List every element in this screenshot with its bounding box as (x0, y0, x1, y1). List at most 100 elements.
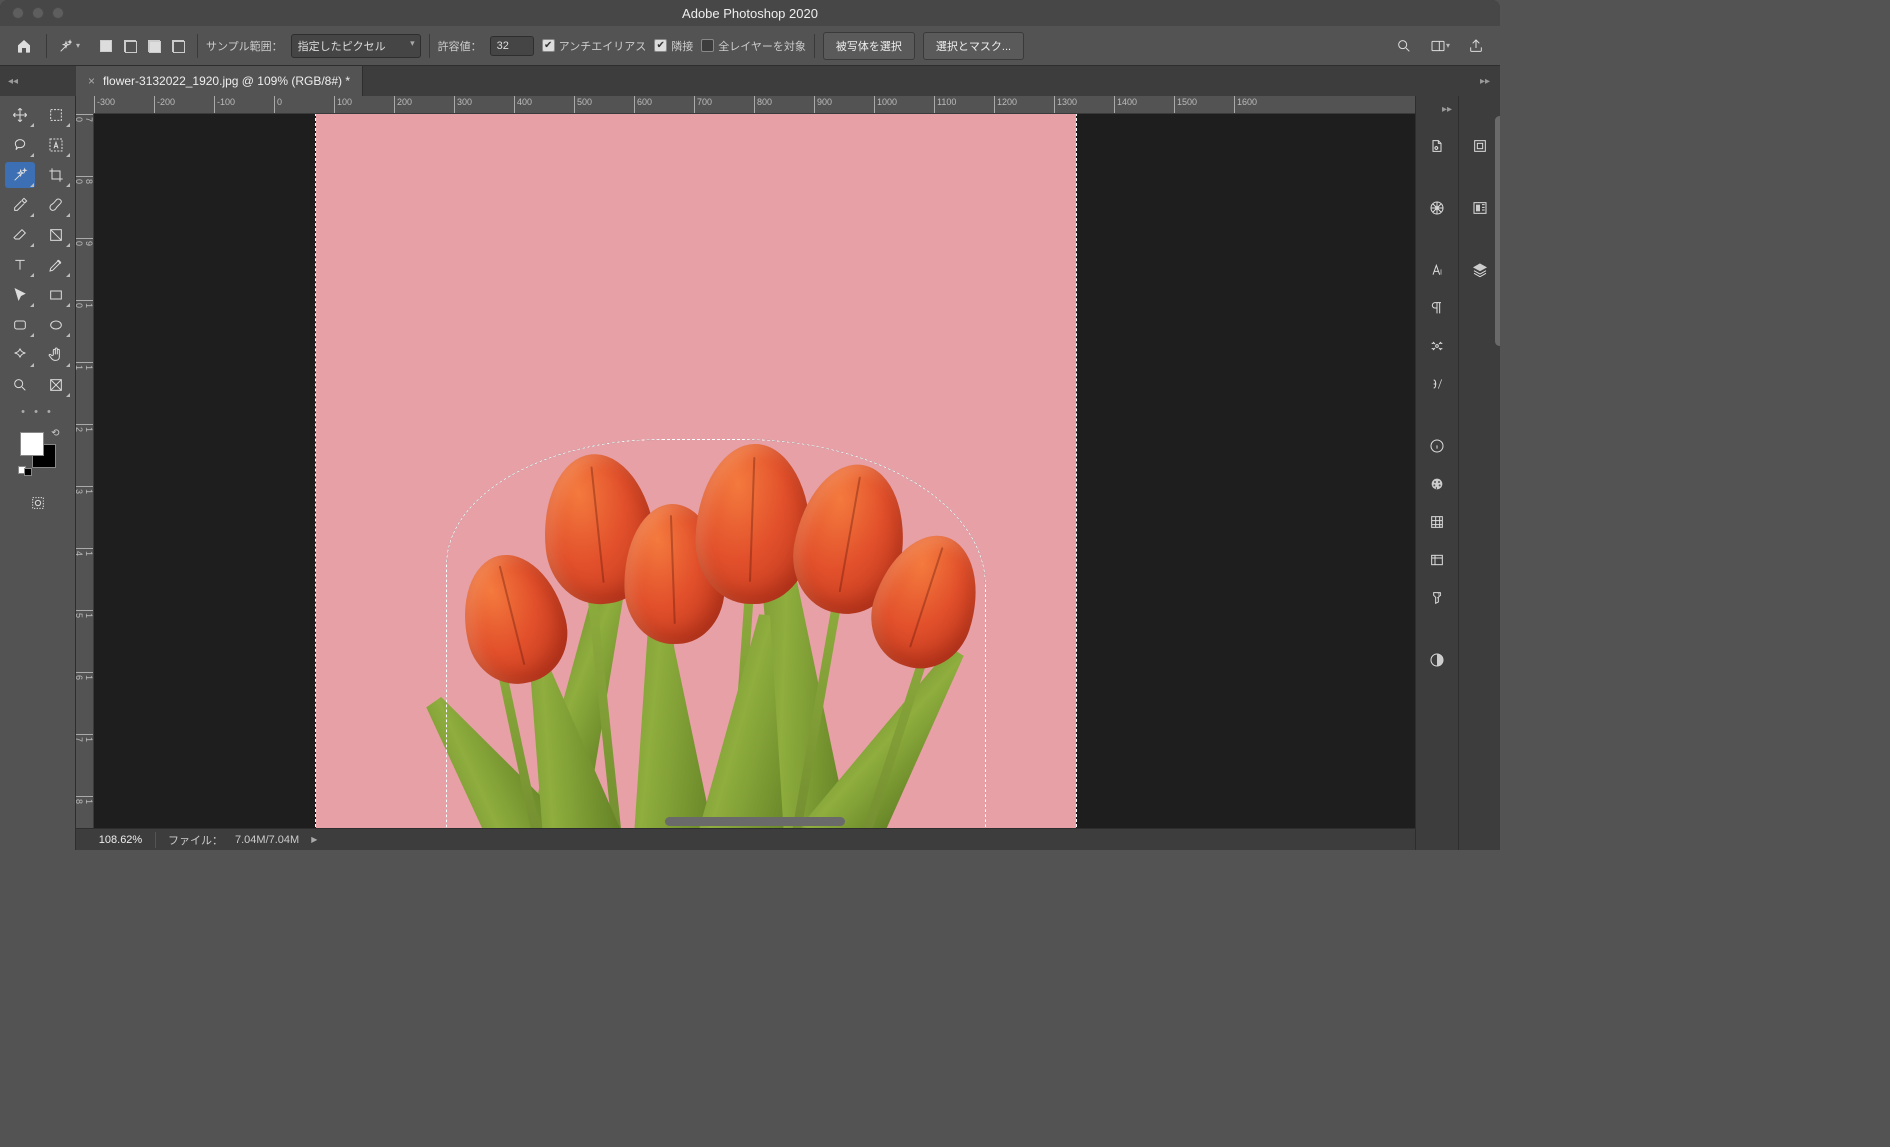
tolerance-label: 許容値： (438, 38, 482, 54)
ruler-tick: -300 (94, 96, 115, 114)
options-bar: ▾ サンプル範囲： 指定したピクセル 許容値： 32 ✔ アンチエイリアス ✔ … (0, 26, 1500, 66)
artboard-tool[interactable] (41, 372, 71, 398)
ruler-tick: 1000 (874, 96, 897, 114)
character-panel-icon[interactable] (1423, 258, 1451, 282)
select-and-mask-button[interactable]: 選択とマスク... (923, 32, 1024, 60)
ruler-tick: 900 (76, 238, 94, 246)
document-tab[interactable]: × flower-3132022_1920.jpg @ 109% (RGB/8#… (76, 66, 363, 96)
ruler-tick: 1300 (76, 486, 94, 494)
ruler-horizontal[interactable]: -300-200-1000100200300400500600700800900… (94, 96, 1415, 114)
foreground-color[interactable] (20, 432, 44, 456)
ruler-tick: 700 (694, 96, 712, 114)
tool-palette: • • • ⟲ (0, 96, 76, 850)
move-tool[interactable] (5, 102, 35, 128)
tab-label: flower-3132022_1920.jpg @ 109% (RGB/8#) … (103, 74, 350, 88)
share-button[interactable] (1462, 32, 1490, 60)
custom-shape-tool[interactable] (5, 342, 35, 368)
file-size-label: ファイル： (168, 832, 223, 848)
hand-tool[interactable] (41, 342, 71, 368)
info-panel-icon[interactable] (1423, 434, 1451, 458)
pen-tool[interactable] (41, 252, 71, 278)
selection-mode-group (95, 35, 189, 57)
chevron-down-icon: ▾ (76, 41, 80, 50)
subtract-from-selection[interactable] (143, 35, 165, 57)
app-title: Adobe Photoshop 2020 (682, 6, 818, 21)
tool-presets-panel-icon[interactable] (1423, 334, 1451, 358)
ruler-vertical[interactable]: 7008009001000110012001300140015001600170… (76, 114, 94, 828)
object-select-tool[interactable] (41, 132, 71, 158)
panel-scrollbar[interactable] (1495, 116, 1500, 346)
adjustments-panel-icon[interactable] (1423, 648, 1451, 672)
swap-colors-icon[interactable]: ⟲ (51, 428, 59, 439)
lasso-tool[interactable] (5, 132, 35, 158)
minimize-window[interactable] (32, 7, 44, 19)
ruler-tick: 1300 (1054, 96, 1077, 114)
ruler-tick: 1400 (76, 548, 94, 556)
history-panel-icon[interactable] (1466, 134, 1494, 158)
path-select-tool[interactable] (5, 282, 35, 308)
default-colors-icon[interactable] (18, 466, 32, 476)
navigator-panel-icon[interactable] (1423, 196, 1451, 220)
ellipse-tool[interactable] (41, 312, 71, 338)
check-icon: ✔ (542, 39, 555, 52)
ruler-tick: 800 (754, 96, 772, 114)
styles-panel-icon[interactable]: fx (1423, 586, 1451, 610)
ruler-tick: 1700 (76, 734, 94, 742)
select-subject-button[interactable]: 被写体を選択 (823, 32, 915, 60)
selection-marquee-canvas (315, 114, 1077, 828)
collapse-panels[interactable]: ▸▸ (1480, 66, 1500, 96)
document-canvas[interactable] (316, 114, 1076, 828)
search-button[interactable] (1390, 32, 1418, 60)
tolerance-input[interactable]: 32 (490, 36, 534, 56)
ruler-tick: 1000 (76, 300, 94, 308)
rounded-rect-tool[interactable] (5, 312, 35, 338)
add-to-selection[interactable] (119, 35, 141, 57)
gradient-tool[interactable] (41, 222, 71, 248)
canvas-stage[interactable] (94, 114, 1415, 828)
tool-preset-picker[interactable]: ▾ (55, 32, 83, 60)
zoom-tool[interactable] (5, 372, 35, 398)
zoom-level[interactable]: 108.62% (86, 832, 156, 848)
antialias-label: アンチエイリアス (559, 38, 647, 54)
sample-range-select[interactable]: 指定したピクセル (291, 34, 421, 58)
brush-tool[interactable] (41, 192, 71, 218)
quick-mask-toggle[interactable] (23, 490, 53, 516)
swatches-panel-icon[interactable] (1423, 510, 1451, 534)
magic-wand-tool[interactable] (5, 162, 35, 188)
type-tool[interactable] (5, 252, 35, 278)
eyedropper-tool[interactable] (5, 192, 35, 218)
paragraph-panel-icon[interactable] (1423, 296, 1451, 320)
libraries-panel-icon[interactable] (1423, 548, 1451, 572)
channels-panel-icon[interactable] (1466, 196, 1494, 220)
properties-panel-icon[interactable] (1423, 134, 1451, 158)
contiguous-checkbox[interactable]: ✔ 隣接 (654, 38, 693, 54)
new-selection[interactable] (95, 35, 117, 57)
marquee-tool[interactable] (41, 102, 71, 128)
color-panel-icon[interactable] (1423, 472, 1451, 496)
color-swatches[interactable]: ⟲ (18, 430, 58, 470)
close-tab-icon[interactable]: × (88, 74, 95, 88)
separator (197, 34, 198, 58)
collapse-tools[interactable]: ◂◂ (0, 66, 76, 96)
layers-panel-icon[interactable] (1466, 258, 1494, 282)
zoom-window[interactable] (52, 7, 64, 19)
antialias-checkbox[interactable]: ✔ アンチエイリアス (542, 38, 647, 54)
titlebar: Adobe Photoshop 2020 (0, 0, 1500, 26)
ruler-tick: 800 (76, 176, 94, 184)
intersect-selection[interactable] (167, 35, 189, 57)
document-tab-bar: ◂◂ × flower-3132022_1920.jpg @ 109% (RGB… (0, 66, 1500, 96)
workspace-switcher[interactable]: ▾ (1426, 32, 1454, 60)
all-layers-checkbox[interactable]: 全レイヤーを対象 (701, 38, 806, 54)
horizontal-scrollbar[interactable] (665, 817, 845, 826)
home-button[interactable] (10, 32, 38, 60)
rectangle-tool[interactable] (41, 282, 71, 308)
glyphs-panel-icon[interactable] (1423, 372, 1451, 396)
ruler-tick: 0 (274, 96, 282, 114)
ruler-tick: -100 (214, 96, 235, 114)
crop-tool[interactable] (41, 162, 71, 188)
canvas-wrap: -300-200-1000100200300400500600700800900… (76, 96, 1415, 850)
collapse-panel-icon[interactable]: ▸▸ (1416, 104, 1458, 120)
eraser-tool[interactable] (5, 222, 35, 248)
status-menu-icon[interactable]: ▶ (311, 835, 317, 844)
close-window[interactable] (12, 7, 24, 19)
